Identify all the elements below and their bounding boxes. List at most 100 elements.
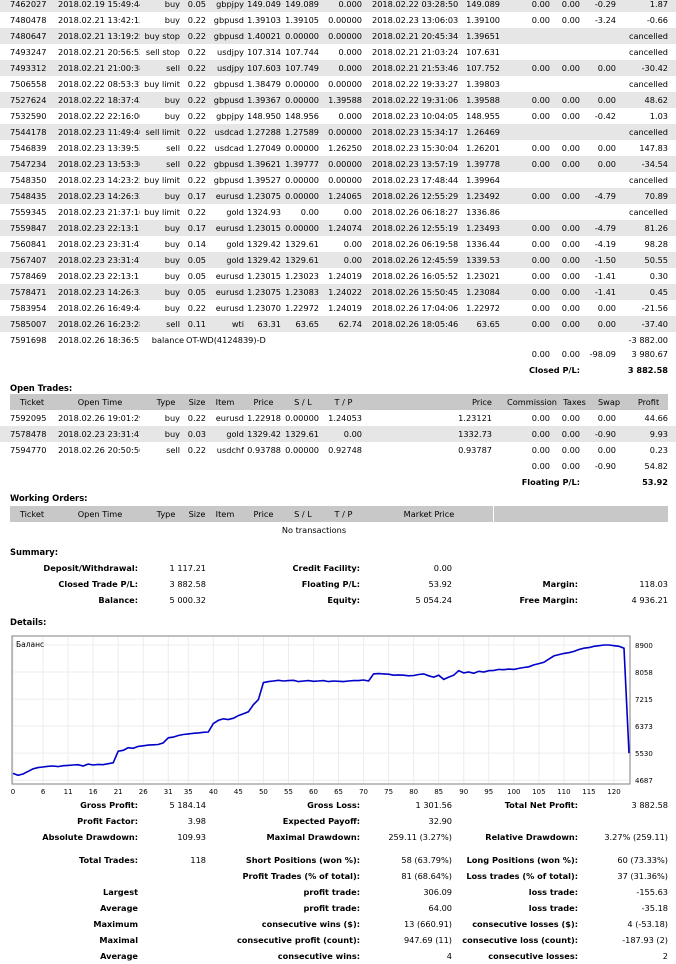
closed-cell-profit: 98.28 — [644, 239, 668, 249]
closed-cell-taxes: 0.00 — [561, 95, 580, 105]
closed-cell-type: buy — [164, 95, 180, 105]
closed-cell-profit: -37.40 — [641, 319, 668, 329]
closed-cell-profit: 48.62 — [644, 95, 668, 105]
closed-cell-taxes: 0.00 — [561, 303, 580, 313]
closed-cell-tp: 0.00 — [343, 239, 362, 249]
closed-cell-open: 2018.02.23 13:53:30 — [58, 159, 140, 169]
closed-cell-profit: cancelled — [628, 207, 668, 217]
closed-cell-tp: 62.74 — [338, 319, 362, 329]
balance-chart: Баланс 4687 5530 6373 7215 8058 8900 0 6 11 16 21… — [11, 635, 653, 796]
closed-cell-sl: 1329.61 — [285, 239, 319, 249]
closed-cell-comm: 0.00 — [531, 143, 550, 153]
closed-cell-item: usdcad — [214, 127, 244, 137]
average-profit-value: 64.00 — [428, 903, 452, 913]
open-trade-row: 7592095 2018.02.26 19:01:29 buy 0.22 eurusd 1… — [0, 410, 676, 426]
open-cell-size: 0.22 — [187, 445, 206, 455]
closed-cell-comm: 0.00 — [531, 319, 550, 329]
closed-cell-size: 0.22 — [187, 63, 206, 73]
chart-x-tick-label: 26 — [139, 788, 148, 796]
closed-cell-open: 2018.02.23 14:26:33 — [58, 191, 140, 201]
closed-cell-swap: -4.19 — [594, 239, 616, 249]
closed-trade-row: 7585007 2018.02.26 16:23:28 sell 0.11 wti 63.… — [0, 316, 676, 332]
closed-cell-sl: 149.089 — [285, 0, 319, 9]
chart-x-tick-label: 11 — [64, 788, 73, 796]
closed-cell-sl: 1.27589 — [285, 127, 319, 137]
chart-y-ticks: 4687 5530 6373 7215 8058 8900 — [635, 642, 653, 785]
loss-trades-label: Loss trades (% of total): — [466, 871, 578, 881]
closed-cell-size: 0.22 — [187, 143, 206, 153]
closed-cell-open: 2018.02.26 16:23:28 — [58, 319, 140, 329]
open-trades-title: Open Trades: — [10, 383, 73, 393]
closed-cell-tp: 1.24019 — [328, 271, 362, 281]
balance-label: Balance: — [98, 595, 138, 605]
closed-cell-ticket: 7532590 — [10, 111, 47, 121]
closed-trade-row: 7462027 2018.02.19 15:49:44 buy 0.05 gbpjpy 1… — [0, 0, 676, 12]
closed-cell-sl: 0.00000 — [285, 191, 319, 201]
closed-cell-item: eurusd — [215, 191, 244, 201]
chart-x-tick-label: 65 — [334, 788, 343, 796]
closed-cell-size: 0.22 — [187, 159, 206, 169]
closed-cell-comm: 0.00 — [531, 223, 550, 233]
closed-cell-size: 0.05 — [187, 287, 206, 297]
closed-cell-close_time: 2018.02.23 17:48:44 — [372, 175, 459, 185]
open-cell-open: 2018.02.26 20:50:56 — [58, 445, 140, 455]
loss-trades-value: 37 (31.36%) — [617, 871, 668, 881]
closed-cell-sl: 1.39105 — [285, 15, 319, 25]
open-profit-total: 54.82 — [644, 461, 668, 471]
col-tp: T / P — [334, 397, 353, 407]
closed-cell-size: 0.22 — [187, 111, 206, 121]
closed-cell-sl: 107.749 — [285, 63, 319, 73]
closed-cell-tp: 0.00000 — [328, 159, 362, 169]
closed-cell-profit: cancelled — [628, 175, 668, 185]
closed-cell-open: 2018.02.21 20:56:53 — [58, 47, 140, 57]
closed-cell-type: sell — [166, 319, 180, 329]
chart-x-tick-label: 35 — [184, 788, 193, 796]
closed-cell-taxes: 0.00 — [561, 191, 580, 201]
closed-cell-price: 1.23075 — [247, 287, 281, 297]
closed-trade-row: 7546839 2018.02.23 13:39:53 sell 0.22 usdcad… — [0, 140, 676, 156]
closed-cell-tp: 1.24019 — [328, 303, 362, 313]
closed-cell-size: 0.14 — [187, 239, 206, 249]
closed-cell-price: 1324.93 — [247, 207, 281, 217]
closed-cell-close_price: 1336.44 — [466, 239, 500, 249]
closed-cell-profit: 147.83 — [639, 143, 668, 153]
closed-cell-taxes: 0.00 — [561, 0, 580, 9]
open-trade-row: 7594770 2018.02.26 20:50:56 sell 0.22 usdchf… — [0, 442, 676, 458]
closed-cell-tp: 1.39588 — [328, 95, 362, 105]
closed-cell-open: 2018.02.19 15:49:44 — [58, 0, 140, 9]
chart-x-tick-label: 31 — [164, 788, 173, 796]
closed-cell-comm: 0.00 — [531, 111, 550, 121]
absolute-drawdown-label: Absolute Drawdown: — [42, 832, 138, 842]
open-cell-profit: 0.23 — [649, 445, 668, 455]
closed-cell-profit: cancelled — [628, 127, 668, 137]
closed-cell-type: buy limit — [144, 79, 180, 89]
closed-cell-tp: 0.00000 — [328, 175, 362, 185]
col-ticket: Ticket — [19, 509, 45, 519]
closed-cell-profit: 1.87 — [649, 0, 668, 9]
closed-cell-taxes: 0.00 — [561, 255, 580, 265]
closed-cell-close_time: 2018.02.26 12:55:29 — [372, 191, 459, 201]
open-cell-size: 0.22 — [187, 413, 206, 423]
closed-cell-type: sell — [166, 143, 180, 153]
closed-cell-swap: 0.00 — [597, 95, 616, 105]
chart-y-tick-label: 5530 — [635, 750, 653, 758]
maximal-label: Maximal — [99, 935, 138, 945]
open-cell-cur: 1.23121 — [458, 413, 492, 423]
closed-cell-open: 2018.02.23 22:13:11 — [58, 223, 140, 233]
open-cell-item: eurusd — [215, 413, 244, 423]
col-size: Size — [188, 397, 206, 407]
chart-x-tick-label: 110 — [557, 788, 570, 796]
open-cell-open: 2018.02.23 23:31:47 — [58, 429, 140, 439]
open-cell-item: gold — [226, 429, 244, 439]
closed-cell-sl: 0.00000 — [285, 31, 319, 41]
open-cell-type: buy — [164, 429, 180, 439]
balance-time: 2018.02.26 18:36:57 — [58, 335, 140, 345]
closed-cell-price: 1.39621 — [247, 159, 281, 169]
open-cell-size: 0.03 — [187, 429, 206, 439]
closed-trade-pl-value: 3 882.58 — [169, 579, 206, 589]
closed-cell-type: buy — [164, 303, 180, 313]
closed-cell-sl: 107.744 — [285, 47, 319, 57]
closed-cell-price: 1.27049 — [247, 143, 281, 153]
chart-x-tick-label: 100 — [507, 788, 520, 796]
largest-profit-label: profit trade: — [303, 887, 360, 897]
